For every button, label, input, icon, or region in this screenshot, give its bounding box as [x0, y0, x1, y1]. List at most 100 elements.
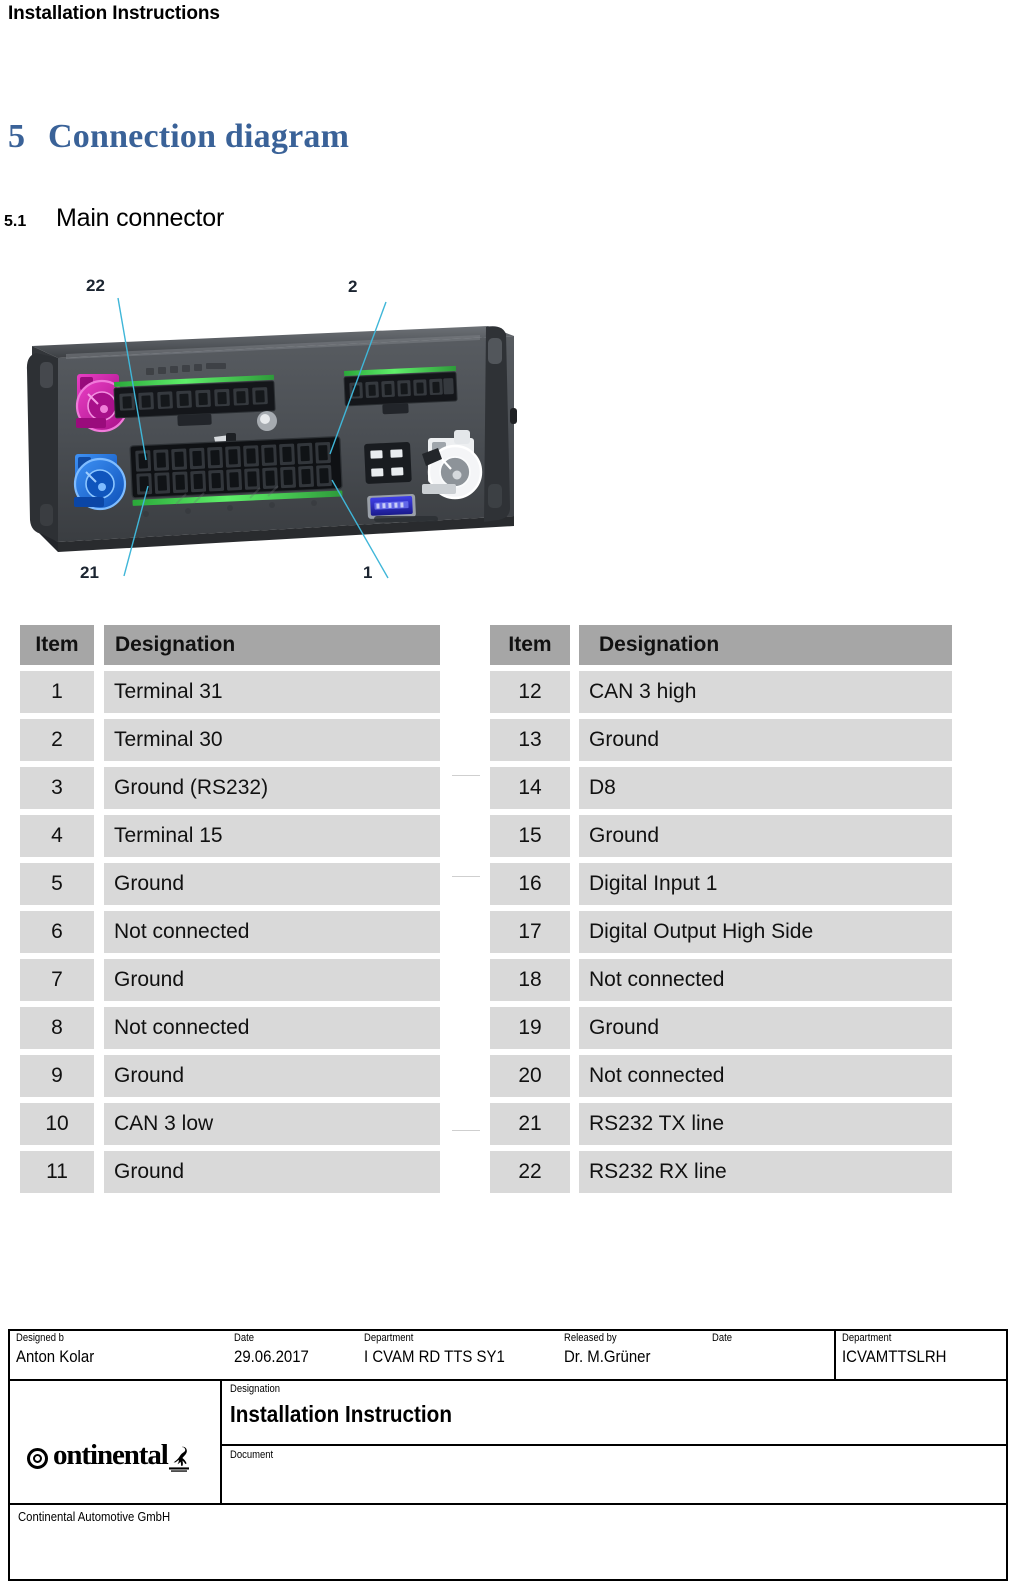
table-row: 18 Not connected	[490, 959, 952, 1001]
registration-tick	[452, 1130, 480, 1131]
table-row: 17 Digital Output High Side	[490, 911, 952, 953]
cell-item: 9	[20, 1055, 94, 1097]
cell-designation: D8	[579, 767, 952, 809]
chapter-number: 5	[8, 118, 25, 155]
cell-item: 18	[490, 959, 570, 1001]
cell-item: 22	[490, 1151, 570, 1193]
table-header-row: Item Designation	[490, 625, 952, 665]
footer-designed-by-value: Anton Kolar	[16, 1347, 95, 1366]
footer-release-department-label: Department	[842, 1332, 892, 1344]
registration-tick	[452, 876, 480, 877]
footer-approval-row: Designed b Anton Kolar Date 29.06.2017 D…	[10, 1331, 1006, 1381]
cell-item: 15	[490, 815, 570, 857]
cell-item: 6	[20, 911, 94, 953]
footer-company-row: Continental Automotive GmbH	[10, 1503, 1006, 1581]
usb-port	[367, 493, 416, 519]
continental-logo: ontinental	[26, 1439, 189, 1472]
cell-item: 19	[490, 1007, 570, 1049]
table-row: 10 CAN 3 low	[20, 1103, 440, 1145]
cell-item: 1	[20, 671, 94, 713]
section-title: Main connector	[56, 204, 225, 232]
cell-designation: Ground (RS232)	[104, 767, 440, 809]
cell-item: 5	[20, 863, 94, 905]
table-row: 11 Ground	[20, 1151, 440, 1193]
table-row: 16 Digital Input 1	[490, 863, 952, 905]
table-row: 22 RS232 RX line	[490, 1151, 952, 1193]
footer-designation-row: ontinental Designation Installation Inst…	[10, 1381, 1006, 1503]
cell-designation: Ground	[579, 719, 952, 761]
callout-22: 22	[86, 276, 105, 295]
cell-designation: RS232 RX line	[579, 1151, 952, 1193]
table-row: 13 Ground	[490, 719, 952, 761]
cell-designation: CAN 3 high	[579, 671, 952, 713]
footer-logo-cell: ontinental	[10, 1381, 222, 1503]
footer-release-department: Department ICVAMTTSLRH	[836, 1331, 1006, 1379]
callout-2: 2	[348, 277, 358, 296]
cell-item: 16	[490, 863, 570, 905]
cell-designation: Not connected	[579, 959, 952, 1001]
pin-table-right: Item Designation 12 CAN 3 high 13 Ground…	[490, 625, 952, 1199]
cell-item: 8	[20, 1007, 94, 1049]
column-header-item: Item	[20, 625, 94, 665]
callout-1: 1	[363, 563, 373, 582]
table-row: 9 Ground	[20, 1055, 440, 1097]
cell-designation: Ground	[579, 1007, 952, 1049]
footer-date-label: Date	[234, 1332, 254, 1344]
table-row: 19 Ground	[490, 1007, 952, 1049]
cell-designation: RS232 TX line	[579, 1103, 952, 1145]
table-row: 21 RS232 TX line	[490, 1103, 952, 1145]
footer-released-by-label: Released by	[564, 1332, 617, 1344]
registration-tick	[452, 775, 480, 776]
table-row: 6 Not connected	[20, 911, 440, 953]
cell-item: 4	[20, 815, 94, 857]
cell-designation: Digital Input 1	[579, 863, 952, 905]
horse-icon	[168, 1446, 189, 1472]
cell-designation: Digital Output High Side	[579, 911, 952, 953]
cell-designation: Terminal 31	[104, 671, 440, 713]
column-header-designation: Designation	[104, 625, 440, 665]
cell-item: 13	[490, 719, 570, 761]
table-row: 2 Terminal 30	[20, 719, 440, 761]
cell-designation: Terminal 15	[104, 815, 440, 857]
section-number: 5.1	[4, 213, 27, 230]
connector-illustration	[26, 297, 517, 579]
cell-item: 7	[20, 959, 94, 1001]
cell-designation: Ground	[104, 1055, 440, 1097]
cell-item: 21	[490, 1103, 570, 1145]
table-row: 5 Ground	[20, 863, 440, 905]
footer-designed-by: Designed b Anton Kolar	[10, 1331, 228, 1379]
cell-designation: CAN 3 low	[104, 1103, 440, 1145]
chapter-title: Connection diagram	[48, 118, 350, 155]
pin-table-left: Item Designation 1 Terminal 31 2 Termina…	[20, 625, 440, 1199]
footer-document-row: Document Version Pages 8/ 19	[222, 1444, 1006, 1503]
table-row: 20 Not connected	[490, 1055, 952, 1097]
table-row: 4 Terminal 15	[20, 815, 440, 857]
table-row: 15 Ground	[490, 815, 952, 857]
footer-date-value: 29.06.2017	[234, 1347, 309, 1366]
footer-title-block: Designed b Anton Kolar Date 29.06.2017 D…	[8, 1329, 1008, 1581]
column-header-designation: Designation	[579, 625, 952, 665]
cell-item: 17	[490, 911, 570, 953]
cell-item: 12	[490, 671, 570, 713]
table-row: 7 Ground	[20, 959, 440, 1001]
footer-designation-value: Installation Instruction	[230, 1401, 452, 1427]
running-header: Installation Instructions	[8, 3, 220, 24]
continental-c-icon	[26, 1443, 53, 1472]
connector-4way-block	[364, 442, 412, 484]
table-row: 1 Terminal 31	[20, 671, 440, 713]
footer-released-by-value: Dr. M.Grüner	[564, 1347, 651, 1366]
footer-department-label: Department	[364, 1332, 414, 1344]
footer-date: Date 29.06.2017	[228, 1331, 358, 1379]
cell-designation: Ground	[579, 815, 952, 857]
column-header-item: Item	[490, 625, 570, 665]
cell-designation: Not connected	[579, 1055, 952, 1097]
table-row: 12 CAN 3 high	[490, 671, 952, 713]
main-connector-photo	[18, 258, 578, 598]
cell-designation: Ground	[104, 863, 440, 905]
connector-main-22pin	[129, 436, 343, 506]
footer-designation-label: Designation	[230, 1383, 280, 1395]
table-row: 14 D8	[490, 767, 952, 809]
footer-release-date: Date	[706, 1331, 836, 1379]
cell-designation: Not connected	[104, 911, 440, 953]
footer-document-label: Document	[230, 1449, 274, 1461]
